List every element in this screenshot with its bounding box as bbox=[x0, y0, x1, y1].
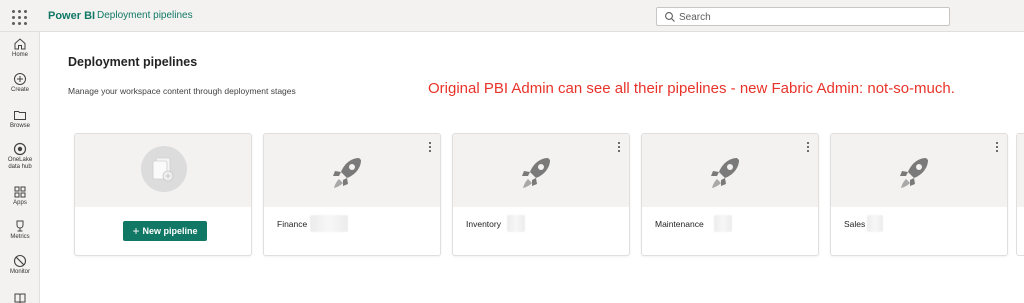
redacted-block bbox=[714, 215, 732, 232]
annotation-text: Original PBI Admin can see all their pip… bbox=[428, 80, 955, 97]
book-icon bbox=[14, 293, 26, 303]
pipeline-name: Inventory bbox=[466, 219, 501, 229]
app-name[interactable]: Power BI bbox=[48, 10, 95, 22]
nav-onelake[interactable]: OneLake data hub bbox=[0, 142, 40, 171]
more-options-icon[interactable] bbox=[428, 142, 432, 154]
new-pipeline-button[interactable]: + New pipeline bbox=[123, 221, 207, 241]
nav-label-onelake: OneLake data hub bbox=[0, 157, 40, 171]
nav-label-create: Create bbox=[10, 87, 29, 93]
nav-browse[interactable]: Browse bbox=[0, 108, 40, 130]
search-input[interactable]: Search bbox=[656, 7, 950, 26]
monitor-icon bbox=[13, 254, 27, 268]
nav-home[interactable]: Home bbox=[0, 37, 40, 59]
redacted-block bbox=[867, 215, 883, 232]
folder-icon bbox=[14, 111, 26, 120]
search-placeholder: Search bbox=[679, 12, 711, 23]
page-subtitle: Manage your workspace content through de… bbox=[68, 86, 296, 96]
pipeline-name: Maintenance bbox=[655, 219, 704, 229]
card-top bbox=[831, 134, 1007, 207]
more-options-icon[interactable] bbox=[617, 142, 621, 154]
nav-label-monitor: Monitor bbox=[9, 269, 30, 275]
nav-create[interactable]: Create bbox=[0, 72, 40, 94]
nav-apps[interactable]: Apps bbox=[0, 185, 40, 207]
search-icon bbox=[665, 12, 675, 22]
pipeline-card-sales[interactable]: Sales bbox=[830, 133, 1008, 256]
app-launcher-icon[interactable] bbox=[10, 8, 27, 25]
rocket-icon bbox=[900, 158, 928, 188]
left-nav-rail: Home Create Browse OneLake data hub Apps… bbox=[0, 32, 40, 303]
card-top bbox=[453, 134, 629, 207]
rocket-icon bbox=[711, 158, 739, 188]
top-bar: Power BI Deployment pipelines Search bbox=[0, 0, 1024, 32]
nav-label-apps: Apps bbox=[13, 200, 27, 206]
pipeline-card-inventory[interactable]: Inventory bbox=[452, 133, 630, 256]
pipeline-stack-icon bbox=[141, 146, 187, 192]
nav-monitor[interactable]: Monitor bbox=[0, 254, 40, 276]
nav-label-home: Home bbox=[11, 52, 28, 58]
pipeline-name: Sales bbox=[844, 219, 866, 229]
pipeline-card-finance[interactable]: Finance bbox=[263, 133, 441, 256]
pipeline-card-maintenance[interactable]: Maintenance bbox=[641, 133, 819, 256]
nav-label-onelake-line1: OneLake bbox=[7, 157, 33, 163]
rocket-icon bbox=[333, 158, 361, 188]
new-pipeline-label: New pipeline bbox=[142, 226, 198, 236]
breadcrumb[interactable]: Deployment pipelines bbox=[97, 10, 193, 21]
onelake-icon bbox=[13, 142, 27, 156]
apps-icon bbox=[14, 186, 26, 198]
card-top bbox=[642, 134, 818, 207]
more-options-icon[interactable] bbox=[995, 142, 999, 154]
plus-circle-icon bbox=[14, 73, 26, 85]
pipeline-card-partial[interactable] bbox=[1016, 133, 1024, 256]
nav-learn[interactable] bbox=[0, 291, 40, 303]
rocket-icon bbox=[522, 158, 550, 188]
redacted-block bbox=[507, 215, 525, 232]
card-top bbox=[75, 134, 251, 207]
nav-label-browse: Browse bbox=[9, 123, 30, 129]
more-options-icon[interactable] bbox=[806, 142, 810, 154]
nav-label-onelake-line2: data hub bbox=[8, 164, 32, 170]
pipeline-name: Finance bbox=[277, 219, 308, 229]
trophy-icon bbox=[16, 220, 24, 232]
card-top bbox=[264, 134, 440, 207]
page-title: Deployment pipelines bbox=[68, 55, 198, 69]
redacted-block bbox=[310, 215, 348, 232]
home-icon bbox=[14, 38, 26, 50]
nav-metrics[interactable]: Metrics bbox=[0, 219, 40, 241]
plus-icon: + bbox=[132, 224, 140, 238]
new-pipeline-card: + New pipeline bbox=[74, 133, 252, 256]
nav-label-metrics: Metrics bbox=[10, 234, 30, 240]
card-top bbox=[1017, 134, 1024, 207]
